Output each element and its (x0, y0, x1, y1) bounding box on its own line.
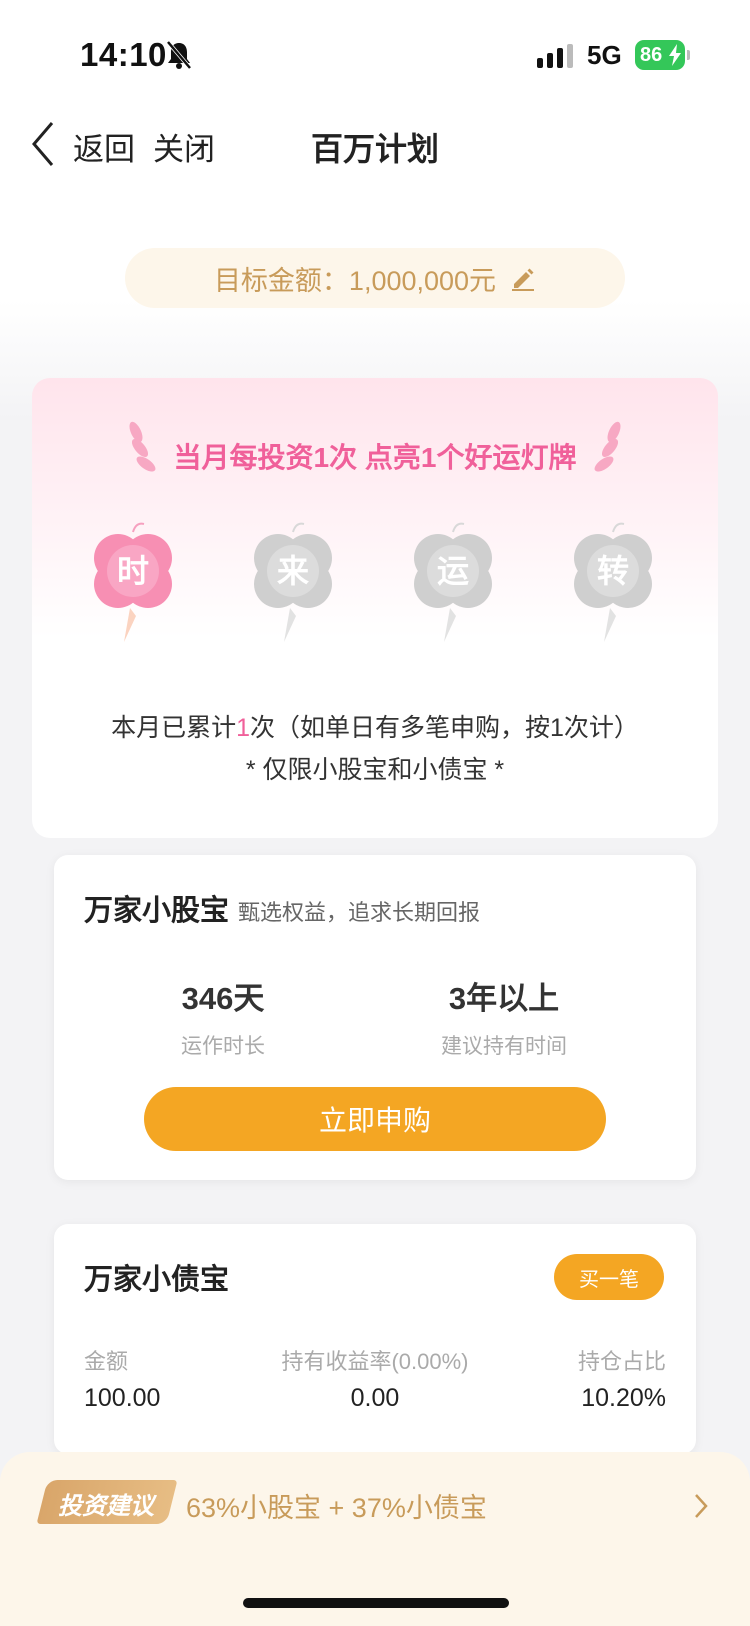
operation-duration-value: 346天 (181, 981, 265, 1016)
bell-muted-icon (166, 40, 192, 70)
advice-tag-text: 投资建议 (58, 1493, 154, 1520)
target-amount-text: 目标金额：1,000,000元 (213, 265, 497, 296)
clover-badge-unlit: 来 (248, 520, 338, 650)
position-ratio-value: 10.20% (581, 1384, 666, 1412)
clover-char: 运 (436, 553, 469, 589)
bond-fund-name: 万家小债宝 (84, 1264, 230, 1296)
chevron-right-icon[interactable] (693, 1492, 709, 1520)
lucky-card: 当月每投资1次 点亮1个好运灯牌 时 来 运 转 本月已累计1次（如单日有多笔申… (32, 378, 718, 838)
clover-badge-unlit: 转 (568, 520, 658, 650)
subscribe-now-button[interactable]: 立即申购 (144, 1087, 606, 1151)
amount-value: 100.00 (84, 1384, 161, 1412)
target-amount-pill[interactable]: 目标金额：1,000,000元 (125, 248, 625, 308)
clover-badge-unlit: 运 (408, 520, 498, 650)
wheat-right-icon (594, 421, 621, 472)
holding-period-label: 建议持有时间 (441, 1035, 567, 1058)
bond-fund-card: 万家小债宝 买一笔 金额 100.00 持有收益率(0.00%) 0.00 持仓… (54, 1224, 696, 1454)
position-ratio-label: 持仓占比 (577, 1349, 666, 1374)
operation-duration-label: 运作时长 (181, 1035, 265, 1058)
charging-bolt-icon (669, 44, 681, 66)
holding-yield-label: 持有收益率(0.00%) (281, 1349, 469, 1374)
limit-note: * 仅限小股宝和小债宝 * (245, 756, 505, 784)
operation-duration-stat: 346天 运作时长 (98, 973, 348, 1060)
stock-fund-subtitle: 甄选权益，追求长期回报 (238, 900, 481, 925)
battery-level: 86 (640, 43, 663, 66)
nav-bar: 返回 关闭 百万计划 (0, 110, 750, 180)
clover-badge-lit: 时 (88, 520, 178, 650)
clover-char: 时 (116, 553, 149, 589)
stock-fund-name: 万家小股宝 (84, 895, 230, 927)
buy-one-button[interactable]: 买一笔 (554, 1254, 664, 1300)
count-suffix: 次（如单日有多笔申购，按1次计） (250, 714, 639, 742)
status-bar: 14:10 5G 86 (0, 0, 750, 110)
signal-icon (537, 44, 573, 68)
monthly-count-text: 本月已累计1次（如单日有多笔申购，按1次计） (32, 708, 718, 744)
battery-nub (687, 50, 690, 60)
holding-yield-value: 0.00 (350, 1384, 400, 1412)
holding-period-stat: 3年以上 建议持有时间 (379, 973, 629, 1060)
page-title: 百万计划 (310, 131, 439, 167)
network-label: 5G (587, 40, 622, 70)
clover-char: 转 (596, 553, 629, 589)
amount-label: 金额 (84, 1349, 129, 1374)
edit-pencil-icon[interactable] (510, 265, 536, 291)
advice-text: 63%小股宝 + 37%小债宝 (186, 1493, 487, 1523)
count-value: 1 (236, 714, 250, 742)
home-indicator (243, 1598, 509, 1608)
holding-period-value: 3年以上 (448, 981, 560, 1016)
count-prefix: 本月已累计 (111, 714, 237, 742)
status-time: 14:10 (80, 36, 167, 73)
stock-fund-card: 万家小股宝 甄选权益，追求长期回报 346天 运作时长 3年以上 建议持有时间 … (54, 855, 696, 1180)
clover-char: 来 (276, 553, 309, 589)
